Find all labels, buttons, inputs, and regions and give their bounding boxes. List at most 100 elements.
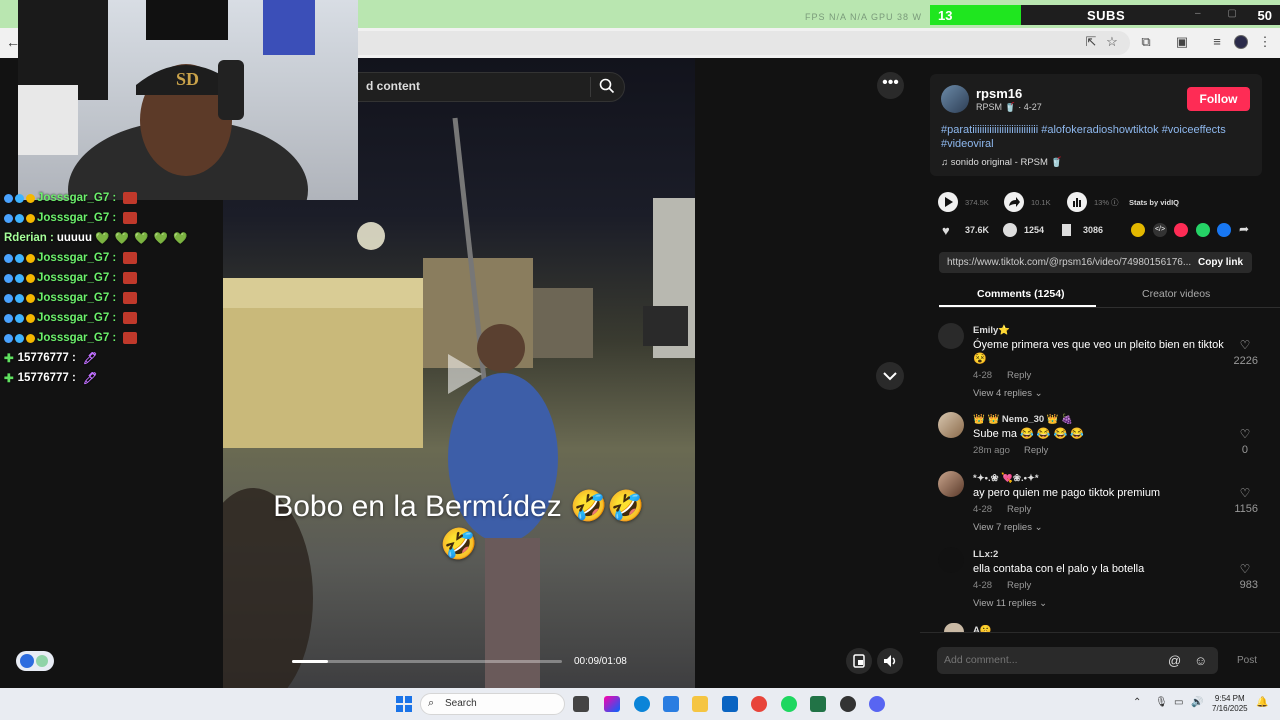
- comment-input[interactable]: [944, 654, 1144, 666]
- spotify-icon[interactable]: [781, 696, 797, 712]
- more-options-button[interactable]: •••: [877, 72, 904, 99]
- author-name[interactable]: rpsm16: [976, 86, 1022, 101]
- follow-button[interactable]: Follow: [1187, 87, 1250, 111]
- outlook-icon[interactable]: [722, 696, 738, 712]
- taskbar-clock[interactable]: 9:54 PM 7/16/2025: [1212, 694, 1248, 714]
- post-button[interactable]: Post: [1237, 655, 1257, 666]
- heart-icon[interactable]: ♥: [942, 223, 950, 238]
- reply-button[interactable]: Reply: [1007, 504, 1031, 515]
- comment-like-icon[interactable]: ♡: [1238, 338, 1252, 352]
- saves-count: 3086: [1083, 225, 1104, 235]
- comment-user[interactable]: *✦•.❀ 💘❀.•✦*: [973, 473, 1039, 484]
- emoji-icon[interactable]: ☺: [1194, 653, 1207, 668]
- taskbar-search[interactable]: [420, 693, 565, 715]
- reading-list-icon[interactable]: ≡: [1208, 34, 1226, 49]
- chrome-icon[interactable]: [751, 696, 767, 712]
- share-arrow-icon[interactable]: ➦: [1239, 222, 1249, 236]
- profile-avatar[interactable]: [1234, 35, 1248, 49]
- chat-username[interactable]: Josssgar_G7 :: [37, 252, 116, 264]
- install-app-icon[interactable]: ⇱: [1082, 34, 1100, 50]
- chat-username[interactable]: Josssgar_G7 :: [37, 292, 116, 304]
- chat-message: Rderian : uuuuu 💚 💚 💚 💚 💚: [0, 228, 220, 248]
- chat-username[interactable]: Josssgar_G7 :: [37, 192, 116, 204]
- comment-user[interactable]: Emily⭐: [973, 325, 1010, 336]
- view-replies-button[interactable]: View 7 replies ⌄: [973, 522, 1043, 533]
- excel-icon[interactable]: [810, 696, 826, 712]
- chat-username[interactable]: Josssgar_G7 :: [37, 332, 116, 344]
- reply-button[interactable]: Reply: [1007, 370, 1031, 381]
- comment-icon[interactable]: [1003, 223, 1017, 237]
- notification-bell-icon[interactable]: 🔔: [1256, 697, 1268, 708]
- search-input-text[interactable]: d content: [366, 79, 420, 93]
- author-avatar[interactable]: [941, 85, 969, 113]
- chat-username[interactable]: Josssgar_G7 :: [37, 212, 116, 224]
- edge-icon[interactable]: [634, 696, 650, 712]
- comment-avatar[interactable]: [938, 471, 964, 497]
- video-link-url[interactable]: https://www.tiktok.com/@rpsm16/video/749…: [947, 257, 1191, 268]
- copy-link-button[interactable]: Copy link: [1198, 257, 1243, 268]
- comment-like-icon[interactable]: ♡: [1238, 427, 1252, 441]
- plays-count: 374.5K: [965, 198, 989, 207]
- play-icon[interactable]: [444, 352, 484, 396]
- view-replies-button[interactable]: View 11 replies ⌄: [973, 598, 1047, 609]
- task-view-icon[interactable]: [573, 696, 589, 712]
- info-icon[interactable]: ⓘ: [1111, 197, 1119, 208]
- comment-user[interactable]: LLx:2: [973, 549, 998, 560]
- share-count-icon[interactable]: [1004, 192, 1024, 212]
- store-icon[interactable]: [663, 696, 679, 712]
- next-video-button[interactable]: [876, 362, 904, 390]
- chevron-up-icon[interactable]: ⌃: [1133, 697, 1141, 708]
- subs-label: SUBS: [1087, 7, 1126, 23]
- extensions-icon[interactable]: ⧉: [1137, 34, 1155, 50]
- comment-like-icon[interactable]: ♡: [1238, 562, 1252, 576]
- file-explorer-icon[interactable]: [692, 696, 708, 712]
- comment-user[interactable]: 👑 👑 Nemo_30 👑 🍇: [973, 414, 1073, 425]
- chat-username[interactable]: 15776777 :: [18, 352, 76, 364]
- chat-username[interactable]: 15776777 :: [18, 372, 76, 384]
- view-replies-button[interactable]: View 4 replies ⌄: [973, 388, 1043, 399]
- discord-icon[interactable]: [869, 696, 885, 712]
- video-progress-bar[interactable]: [292, 660, 562, 663]
- comment-text: Sube ma 😂 😂 😂 😂: [973, 428, 1085, 440]
- extension-toggle[interactable]: [16, 651, 54, 671]
- embed-icon[interactable]: </>: [1153, 223, 1167, 237]
- whatsapp-icon[interactable]: [1196, 223, 1210, 237]
- plays-icon[interactable]: [938, 192, 958, 212]
- video-hashtags[interactable]: #paratiiiiiiiiiiiiiiiiiiiiiiiiiii #alofo…: [941, 123, 1241, 151]
- window-controls[interactable]: – ▢: [1195, 8, 1249, 19]
- reply-button[interactable]: Reply: [1007, 580, 1031, 591]
- split-view-icon[interactable]: ▣: [1173, 34, 1191, 50]
- tab-comments[interactable]: Comments (1254): [977, 288, 1065, 300]
- windows-start-icon[interactable]: [396, 696, 412, 712]
- network-icon[interactable]: ▭: [1174, 697, 1183, 708]
- coin-share-icon[interactable]: [1131, 223, 1145, 237]
- browser-menu-icon[interactable]: ⋮: [1256, 34, 1274, 50]
- bookmark-icon[interactable]: [1062, 224, 1071, 236]
- send-to-friends-icon[interactable]: [1174, 223, 1188, 237]
- sound-line[interactable]: ♫ sonido original - RPSM 🥤: [941, 157, 1062, 168]
- vidiq-label[interactable]: Stats by vidIQ: [1129, 198, 1179, 207]
- stats-percent: 13%: [1094, 198, 1110, 207]
- obs-icon[interactable]: [840, 696, 856, 712]
- bookmark-star-icon[interactable]: ☆: [1103, 34, 1121, 50]
- chat-username[interactable]: Rderian :: [4, 232, 54, 244]
- comment-avatar[interactable]: [938, 323, 964, 349]
- speaker-icon[interactable]: 🔊: [1191, 697, 1203, 708]
- chat-emote-image: [123, 312, 138, 324]
- chart-icon[interactable]: [1067, 192, 1087, 212]
- volume-button[interactable]: [877, 648, 903, 674]
- microphone-icon[interactable]: 🎙: [1155, 697, 1168, 708]
- comment-like-icon[interactable]: ♡: [1238, 486, 1252, 500]
- pip-button[interactable]: [846, 648, 872, 674]
- chat-username[interactable]: Josssgar_G7 :: [37, 312, 116, 324]
- chat-username[interactable]: Josssgar_G7 :: [37, 272, 116, 284]
- comment-avatar[interactable]: [938, 412, 964, 438]
- copilot-icon[interactable]: [604, 696, 620, 712]
- reply-button[interactable]: Reply: [1024, 445, 1048, 456]
- search-icon[interactable]: [598, 77, 616, 95]
- comment-avatar[interactable]: [938, 547, 964, 573]
- comment-avatar[interactable]: [944, 623, 964, 632]
- mention-icon[interactable]: @: [1168, 653, 1181, 668]
- facebook-icon[interactable]: [1217, 223, 1231, 237]
- tab-creator-videos[interactable]: Creator videos: [1142, 288, 1210, 300]
